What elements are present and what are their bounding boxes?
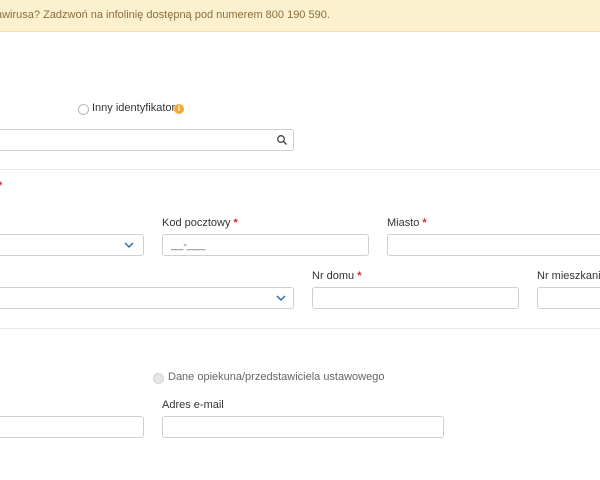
guardian-radio-label: Dane opiekuna/przedstawiciela ustawowego	[168, 371, 385, 383]
city-label: Miasto *	[387, 217, 427, 229]
postal-code-label: Kod pocztowy *	[162, 217, 238, 229]
info-banner: awirusa? Zadzwoń na infolinię dostępną p…	[0, 0, 600, 32]
chevron-down-icon	[276, 295, 286, 302]
house-number-label: Nr domu *	[312, 270, 361, 282]
postal-code-input[interactable]	[162, 234, 369, 256]
city-required: *	[422, 217, 427, 229]
email-label: Adres e-mail	[162, 399, 224, 411]
other-identifier-radio[interactable]	[78, 104, 89, 115]
email-input[interactable]	[162, 416, 444, 438]
city-input[interactable]	[387, 234, 600, 256]
postal-code-label-text: Kod pocztowy	[162, 217, 231, 229]
city-label-text: Miasto	[387, 217, 420, 229]
other-identifier-label: Inny identyfikator	[92, 102, 176, 114]
banner-text: awirusa? Zadzwoń na infolinię dostępną p…	[0, 9, 330, 21]
section-divider	[0, 169, 600, 170]
house-number-input[interactable]	[312, 287, 519, 309]
house-number-label-text: Nr domu	[312, 270, 355, 282]
street-select[interactable]	[0, 287, 294, 309]
chevron-down-icon	[124, 242, 134, 249]
required-marker: *	[0, 180, 2, 192]
search-icon[interactable]	[276, 134, 288, 146]
info-badge-text: i	[177, 104, 181, 113]
identifier-search-input[interactable]	[0, 129, 294, 151]
postal-code-required: *	[233, 217, 238, 229]
phone-input[interactable]	[0, 416, 144, 438]
section-divider	[0, 328, 600, 329]
guardian-radio[interactable]	[153, 373, 164, 384]
info-icon[interactable]: i	[174, 104, 184, 114]
apartment-number-label: Nr mieszkania	[537, 270, 600, 282]
apartment-number-input[interactable]	[537, 287, 600, 309]
house-number-required: *	[357, 270, 362, 282]
